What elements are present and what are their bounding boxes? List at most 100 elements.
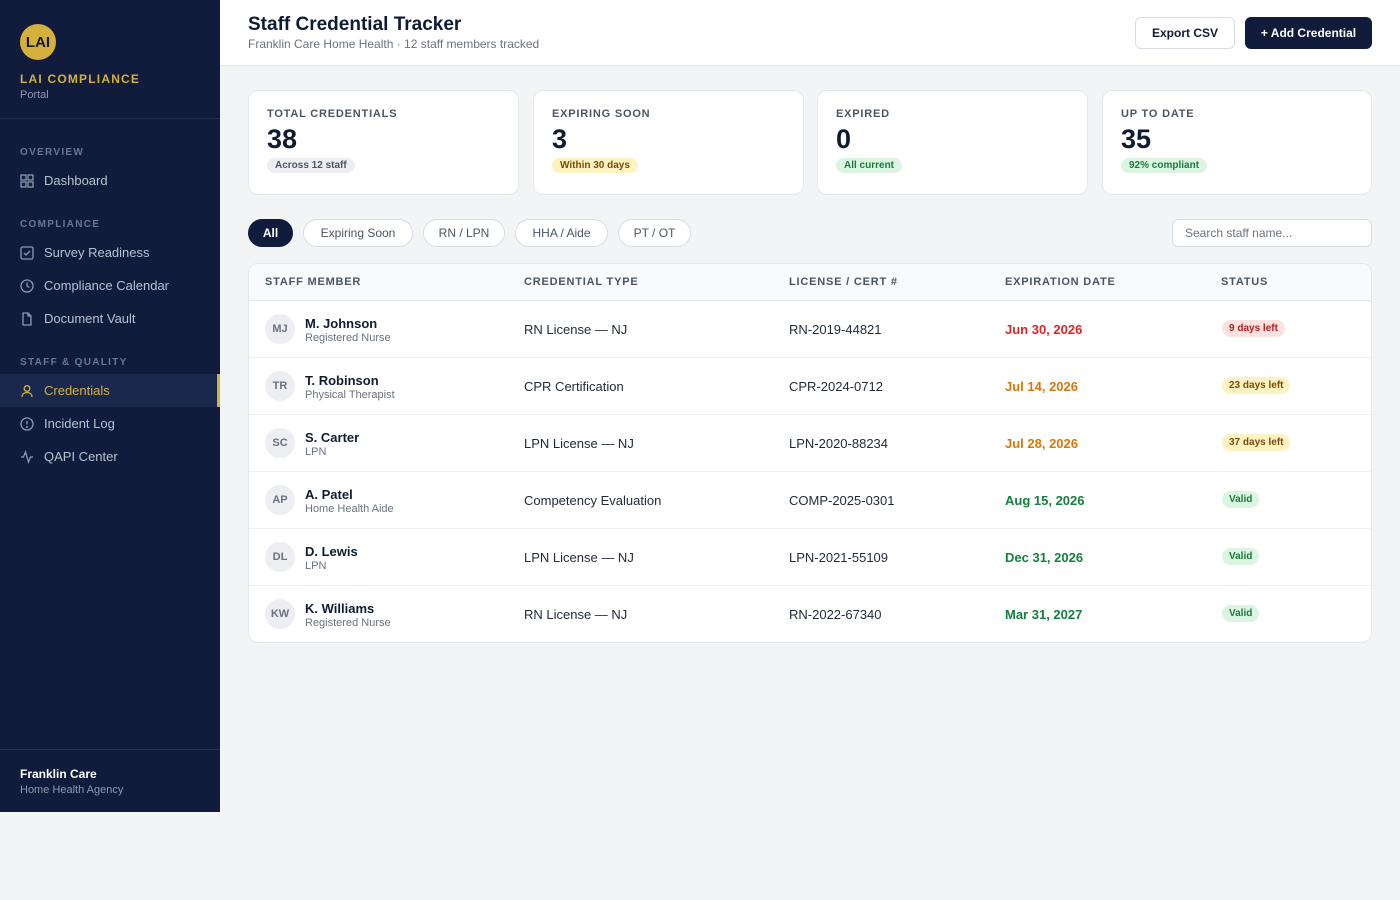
avatar: KW — [265, 599, 295, 629]
credential-type: LPN License — NJ — [524, 550, 634, 565]
staff-role: LPN — [305, 446, 327, 458]
grid-icon — [20, 173, 34, 188]
stat-badge: Within 30 days — [552, 158, 638, 173]
license-number: RN-2022-67340 — [789, 607, 882, 622]
column-header-license[interactable]: LICENSE / CERT # — [789, 276, 898, 288]
sidebar-item-survey-readiness[interactable]: Survey Readiness — [0, 236, 220, 269]
staff-name[interactable]: A. Patel — [305, 487, 353, 502]
stat-value: 38 — [267, 124, 298, 154]
table-header: STAFF MEMBER CREDENTIAL TYPE LICENSE / C… — [249, 264, 1371, 301]
staff-role: Registered Nurse — [305, 332, 391, 344]
stat-label: TOTAL CREDENTIALS — [267, 108, 398, 120]
license-number: RN-2019-44821 — [789, 322, 882, 337]
column-header-status[interactable]: STATUS — [1221, 276, 1268, 288]
status-badge: 37 days left — [1222, 434, 1291, 451]
sidebar-item-compliance-calendar[interactable]: Compliance Calendar — [0, 269, 220, 302]
stat-badge: 92% compliant — [1121, 158, 1208, 173]
agency-type: Home Health Agency — [20, 784, 124, 796]
add-credential-button[interactable]: + Add Credential — [1245, 17, 1372, 49]
nav-section-compliance: COMPLIANCE — [20, 219, 101, 230]
expiration-date: Jul 28, 2026 — [1005, 436, 1078, 451]
stat-label: EXPIRED — [836, 108, 890, 120]
avatar: DL — [265, 542, 295, 572]
sidebar-item-label: Survey Readiness — [44, 245, 150, 260]
staff-name[interactable]: K. Williams — [305, 601, 374, 616]
sidebar-item-label: Dashboard — [44, 173, 108, 188]
credential-type: CPR Certification — [524, 379, 624, 394]
agency-footer: Franklin Care Home Health Agency — [0, 749, 220, 812]
brand-subtitle: Portal — [20, 89, 49, 101]
credential-type: RN License — NJ — [524, 607, 628, 622]
staff-name[interactable]: M. Johnson — [305, 316, 377, 331]
user-icon — [20, 384, 34, 398]
column-header-credential[interactable]: CREDENTIAL TYPE — [524, 276, 638, 288]
license-number: COMP-2025-0301 — [789, 493, 895, 508]
sidebar-item-credentials[interactable]: Credentials — [0, 374, 220, 407]
table-row[interactable]: KW K. Williams Registered Nurse RN License … — [249, 586, 1371, 642]
sidebar-item-label: Incident Log — [44, 416, 115, 431]
staff-name[interactable]: D. Lewis — [305, 544, 358, 559]
staff-name[interactable]: T. Robinson — [305, 373, 379, 388]
table-row[interactable]: SC S. Carter LPN LPN License — NJ LPN-2020-8… — [249, 415, 1371, 472]
sidebar-item-label: QAPI Center — [44, 449, 118, 464]
expiration-date: Mar 31, 2027 — [1005, 607, 1083, 622]
sidebar-item-incident-log[interactable]: Incident Log — [0, 407, 220, 440]
avatar: MJ — [265, 314, 295, 344]
nav-section-staff-quality: STAFF & QUALITY — [20, 357, 128, 368]
status-badge: Valid — [1222, 605, 1260, 622]
stat-badge: All current — [836, 158, 903, 173]
sidebar-item-qapi-center[interactable]: QAPI Center — [0, 440, 220, 473]
search-staff-input[interactable] — [1172, 219, 1372, 247]
page-title: Staff Credential Tracker — [248, 14, 462, 35]
credential-type: LPN License — NJ — [524, 436, 634, 451]
credentials-table: STAFF MEMBER CREDENTIAL TYPE LICENSE / C… — [248, 263, 1372, 643]
brand-logo[interactable]: LAI — [20, 24, 56, 60]
filter-chip-pt-ot[interactable]: PT / OT — [618, 219, 691, 247]
filter-chip-expiring-soon[interactable]: Expiring Soon — [303, 219, 413, 247]
sidebar-item-dashboard[interactable]: Dashboard — [0, 164, 220, 197]
column-header-expiration[interactable]: EXPIRATION DATE — [1005, 276, 1116, 288]
sidebar-item-document-vault[interactable]: Document Vault — [0, 302, 220, 335]
expiration-date: Dec 31, 2026 — [1005, 550, 1084, 565]
checkbox-icon — [20, 245, 34, 260]
sidebar-item-label: Document Vault — [44, 311, 136, 326]
filter-chip-hha-aide[interactable]: HHA / Aide — [515, 219, 608, 247]
column-header-staff[interactable]: STAFF MEMBER — [265, 276, 361, 288]
avatar: SC — [265, 428, 295, 458]
stat-label: EXPIRING SOON — [552, 108, 651, 120]
table-row[interactable]: DL D. Lewis LPN LPN License — NJ LPN-2021-55… — [249, 529, 1371, 586]
stat-value: 0 — [836, 124, 852, 154]
brand: LAI LAI COMPLIANCE Portal — [0, 0, 220, 119]
document-icon — [20, 311, 34, 326]
status-badge: Valid — [1222, 491, 1260, 508]
filter-chip-rn-lpn[interactable]: RN / LPN — [423, 219, 505, 247]
nav-section-overview: OVERVIEW — [20, 147, 85, 158]
table-row[interactable]: TR T. Robinson Physical Therapist CPR Certi… — [249, 358, 1371, 415]
page-subtitle: Franklin Care Home Health · 12 staff mem… — [248, 37, 540, 51]
table-row[interactable]: AP A. Patel Home Health Aide Competency Eva… — [249, 472, 1371, 529]
stat-value: 3 — [552, 124, 568, 154]
activity-icon — [20, 449, 34, 464]
sidebar: LAI LAI COMPLIANCE Portal OVERVIEW Dashb… — [0, 0, 220, 812]
brand-name: LAI COMPLIANCE — [20, 72, 141, 86]
credential-type: Competency Evaluation — [524, 493, 662, 508]
staff-name[interactable]: S. Carter — [305, 430, 359, 445]
alert-circle-icon — [20, 416, 34, 431]
status-badge: Valid — [1222, 548, 1260, 565]
license-number: CPR-2024-0712 — [789, 379, 883, 394]
export-csv-button[interactable]: Export CSV — [1135, 17, 1235, 49]
staff-role: LPN — [305, 560, 327, 572]
avatar: TR — [265, 371, 295, 401]
status-badge: 23 days left — [1222, 377, 1291, 394]
expiration-date: Jul 14, 2026 — [1005, 379, 1078, 394]
license-number: LPN-2021-55109 — [789, 550, 889, 565]
stat-label: UP TO DATE — [1121, 108, 1195, 120]
sidebar-item-label: Credentials — [44, 383, 110, 398]
stat-card-total: TOTAL CREDENTIALS 38 Across 12 staff — [248, 90, 519, 195]
stat-card-expiring: EXPIRING SOON 3 Within 30 days — [533, 90, 804, 195]
stat-card-expired: EXPIRED 0 All current — [817, 90, 1088, 195]
table-row[interactable]: MJ M. Johnson Registered Nurse RN License —… — [249, 301, 1371, 358]
credential-type: RN License — NJ — [524, 322, 628, 337]
expiration-date: Jun 30, 2026 — [1005, 322, 1083, 337]
filter-chip-all[interactable]: All — [248, 219, 293, 247]
